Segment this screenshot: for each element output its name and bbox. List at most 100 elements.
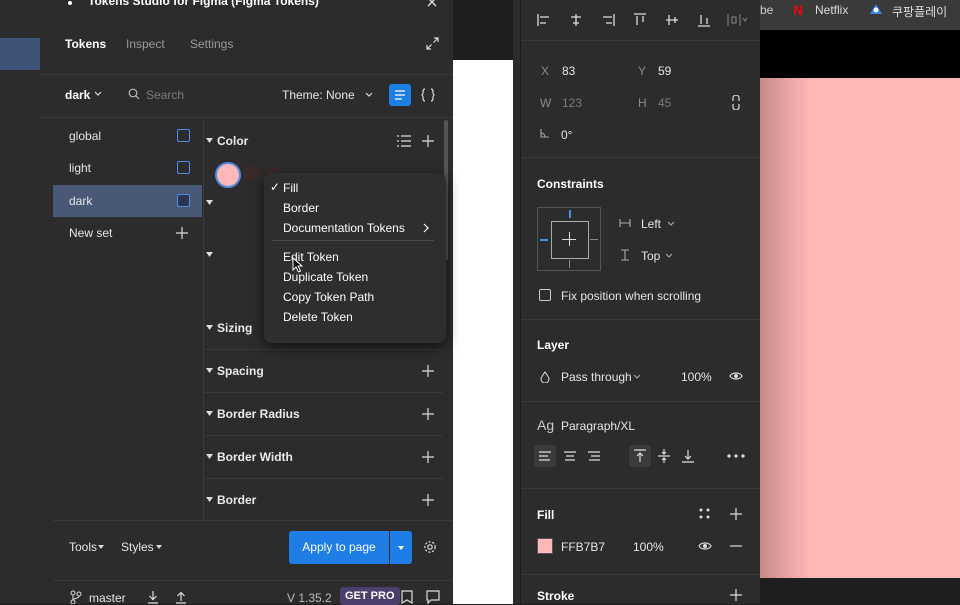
menu-item-delete-token[interactable]: Delete Token [283,310,353,324]
align-bottom-icon[interactable] [697,13,711,27]
color-token-swatch[interactable] [215,162,241,188]
align-center-h-icon[interactable] [569,13,583,27]
set-item-global[interactable]: global [53,120,202,152]
fill-styles-icon[interactable] [699,508,710,519]
constraints-widget[interactable] [537,207,601,271]
align-middle-v-icon[interactable] [665,13,679,27]
feedback-icon[interactable] [426,590,440,604]
set-checkbox[interactable] [177,194,190,207]
get-pro-button[interactable]: GET PRO [340,587,400,605]
pull-icon[interactable] [147,590,159,604]
text-style-select[interactable]: Paragraph/XL [561,419,635,433]
json-view-icon[interactable] [420,87,436,103]
set-checkbox[interactable] [177,129,190,142]
fill-color-swatch[interactable] [537,538,553,554]
distribute-icon[interactable] [727,13,749,27]
color-token-swatch[interactable] [243,165,259,181]
align-left-icon[interactable] [537,13,551,27]
fill-hex-input[interactable]: FFB7B7 [561,540,605,554]
theme-set-select[interactable]: dark [65,88,90,102]
x-input[interactable]: 83 [562,64,575,78]
set-checkbox[interactable] [177,161,190,174]
apply-options-button[interactable] [390,531,412,564]
constrain-proportions-icon[interactable] [732,95,740,110]
caret-down-icon[interactable] [206,411,213,416]
text-align-left-button[interactable] [534,445,556,467]
add-border-width-token-icon[interactable] [422,451,434,463]
expand-icon[interactable] [425,36,440,51]
menu-item-copy-token-path[interactable]: Copy Token Path [283,290,374,304]
layer-opacity-input[interactable]: 100% [681,370,712,384]
constraint-bottom-line[interactable] [569,260,570,268]
eye-icon[interactable] [729,370,743,382]
fix-position-checkbox[interactable] [539,289,551,301]
eye-icon[interactable] [698,540,712,552]
push-icon[interactable] [175,590,187,604]
rotation-input[interactable]: 0° [561,128,572,142]
list-view-button[interactable] [389,84,411,106]
remove-fill-icon[interactable] [730,545,742,547]
text-align-center-icon[interactable] [559,445,581,467]
text-align-bottom-icon[interactable] [677,445,699,467]
group-border-width-title[interactable]: Border Width [217,450,293,464]
constraint-top-line[interactable] [569,210,571,218]
caret-down-icon[interactable] [206,454,213,459]
y-input[interactable]: 59 [658,64,671,78]
constraint-right-line[interactable] [590,239,598,240]
caret-down-icon[interactable] [206,368,213,373]
fill-opacity-input[interactable]: 100% [633,540,664,554]
tab-inspect[interactable]: Inspect [126,37,165,51]
group-color-title[interactable]: Color [217,134,248,148]
caret-down-icon[interactable] [206,200,213,205]
group-border-radius-title[interactable]: Border Radius [217,407,300,421]
align-right-icon[interactable] [601,13,615,27]
caret-down-icon[interactable] [206,138,213,143]
menu-item-border[interactable]: Border [283,201,319,215]
add-color-token-icon[interactable] [422,135,434,147]
caret-down-icon[interactable] [206,497,213,502]
constraint-center-v[interactable] [569,232,570,246]
set-item-dark[interactable]: dark [53,185,202,217]
canvas-left-selected-row [0,38,40,70]
align-top-icon[interactable] [633,13,647,27]
branch-select[interactable]: master [89,591,126,605]
set-item-light[interactable]: light [53,152,202,184]
add-spacing-token-icon[interactable] [422,365,434,377]
list-icon[interactable] [397,135,411,147]
theme-select[interactable]: Theme: None [282,88,355,102]
close-icon[interactable] [426,0,438,8]
browser-tab-partial[interactable]: be [760,3,773,17]
browser-tab-netflix[interactable]: Netflix [815,3,848,17]
menu-item-fill[interactable]: Fill [283,181,298,195]
constraint-left-line[interactable] [540,239,548,241]
add-border-token-icon[interactable] [422,494,434,506]
text-align-middle-icon[interactable] [653,445,675,467]
caret-down-icon[interactable] [206,252,213,257]
vertical-constraint-select[interactable]: Top [641,249,660,263]
menu-item-documentation-tokens[interactable]: Documentation Tokens [283,221,405,235]
group-sizing-title[interactable]: Sizing [217,321,252,335]
gear-icon[interactable] [423,540,437,554]
group-border-title[interactable]: Border [217,493,256,507]
group-spacing-title[interactable]: Spacing [217,364,264,378]
blend-mode-select[interactable]: Pass through [561,370,632,384]
text-align-top-button[interactable] [629,445,651,467]
h-input[interactable]: 45 [658,96,671,110]
tools-menu[interactable]: Tools [69,540,97,554]
caret-down-icon[interactable] [206,325,213,330]
new-set-button[interactable]: New set [53,217,202,249]
add-stroke-icon[interactable] [730,589,742,601]
styles-menu[interactable]: Styles [121,540,154,554]
search-input[interactable]: Search [146,88,184,102]
more-options-icon[interactable] [727,454,745,458]
browser-tab-coupang[interactable]: 쿠팡플레이 [892,3,947,20]
docs-icon[interactable] [401,590,413,604]
text-align-right-icon[interactable] [583,445,605,467]
add-border-radius-token-icon[interactable] [422,408,434,420]
tab-tokens[interactable]: Tokens [65,37,106,51]
add-fill-icon[interactable] [730,508,742,520]
apply-to-page-button[interactable]: Apply to page [289,531,389,564]
tab-settings[interactable]: Settings [190,37,233,51]
horizontal-constraint-select[interactable]: Left [641,217,661,231]
w-input[interactable]: 123 [562,96,582,110]
